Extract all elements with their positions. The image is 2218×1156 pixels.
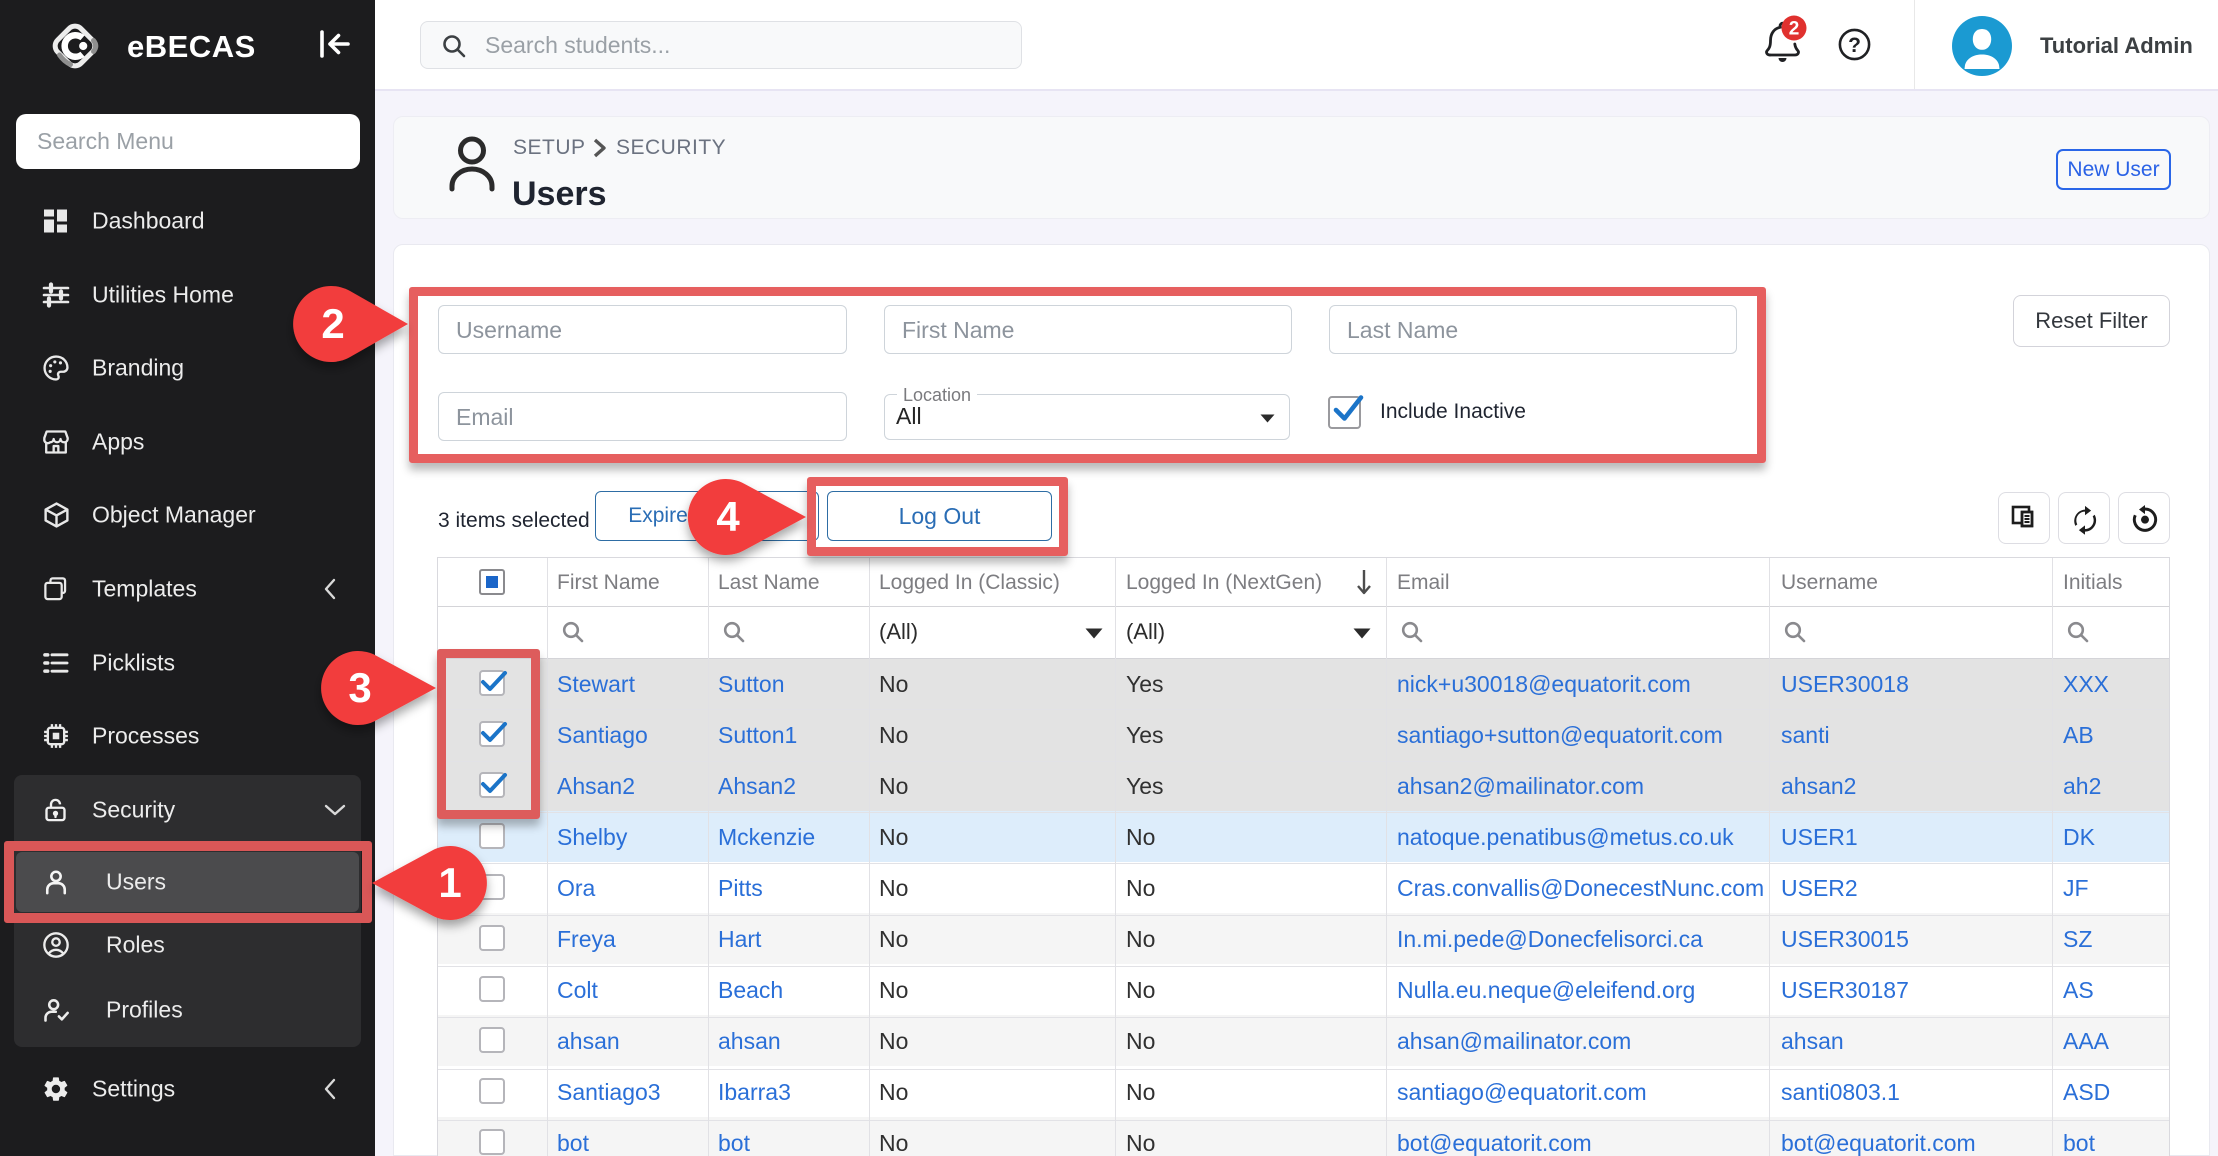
svg-text:?: ? — [1848, 34, 1861, 57]
svg-text:2: 2 — [1789, 19, 1800, 40]
